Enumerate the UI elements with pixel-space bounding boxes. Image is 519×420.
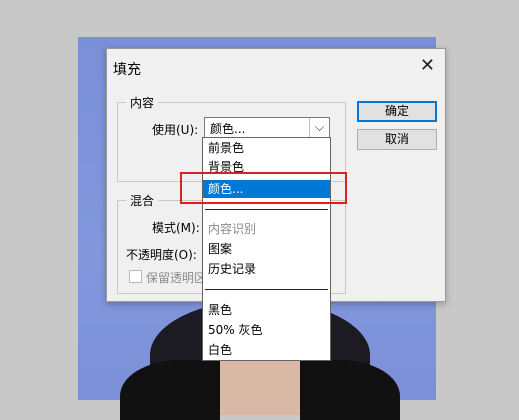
separator [205, 209, 328, 210]
option-content-aware: 内容识别 [208, 222, 257, 236]
option-white[interactable]: 白色 [203, 341, 330, 359]
opacity-label: 不透明度(O): [126, 248, 197, 262]
option-pattern[interactable]: 图案 [203, 240, 330, 258]
option-foreground-color[interactable]: 前景色 [203, 139, 330, 157]
content-group-label: 内容 [126, 94, 159, 111]
chevron-down-icon[interactable]: ⌵ [309, 118, 329, 137]
separator [205, 289, 328, 290]
use-label: 使用(U): [152, 123, 199, 137]
use-dropdown-list: 前景色 背景色 颜色... 内容识别 图案 历史记录 黑色 50% 灰色 白色 [202, 137, 331, 361]
use-select-value: 颜色... [210, 122, 246, 136]
dialog-title: 填充 [113, 62, 141, 78]
ok-button[interactable]: 确定 [357, 101, 437, 122]
cancel-button[interactable]: 取消 [357, 129, 437, 150]
close-icon[interactable]: ✕ [420, 57, 435, 75]
option-history[interactable]: 历史记录 [203, 260, 330, 278]
mode-label: 模式(M): [152, 221, 200, 235]
blend-group-label: 混合 [126, 192, 159, 209]
preserve-transparency-label: 保留透明区 [146, 271, 207, 285]
annotation-highlight-box [180, 172, 347, 204]
option-black[interactable]: 黑色 [203, 301, 330, 319]
preserve-transparency-checkbox[interactable] [129, 270, 142, 283]
option-50-gray[interactable]: 50% 灰色 [203, 321, 330, 339]
use-select[interactable]: 颜色... ⌵ [204, 117, 330, 138]
